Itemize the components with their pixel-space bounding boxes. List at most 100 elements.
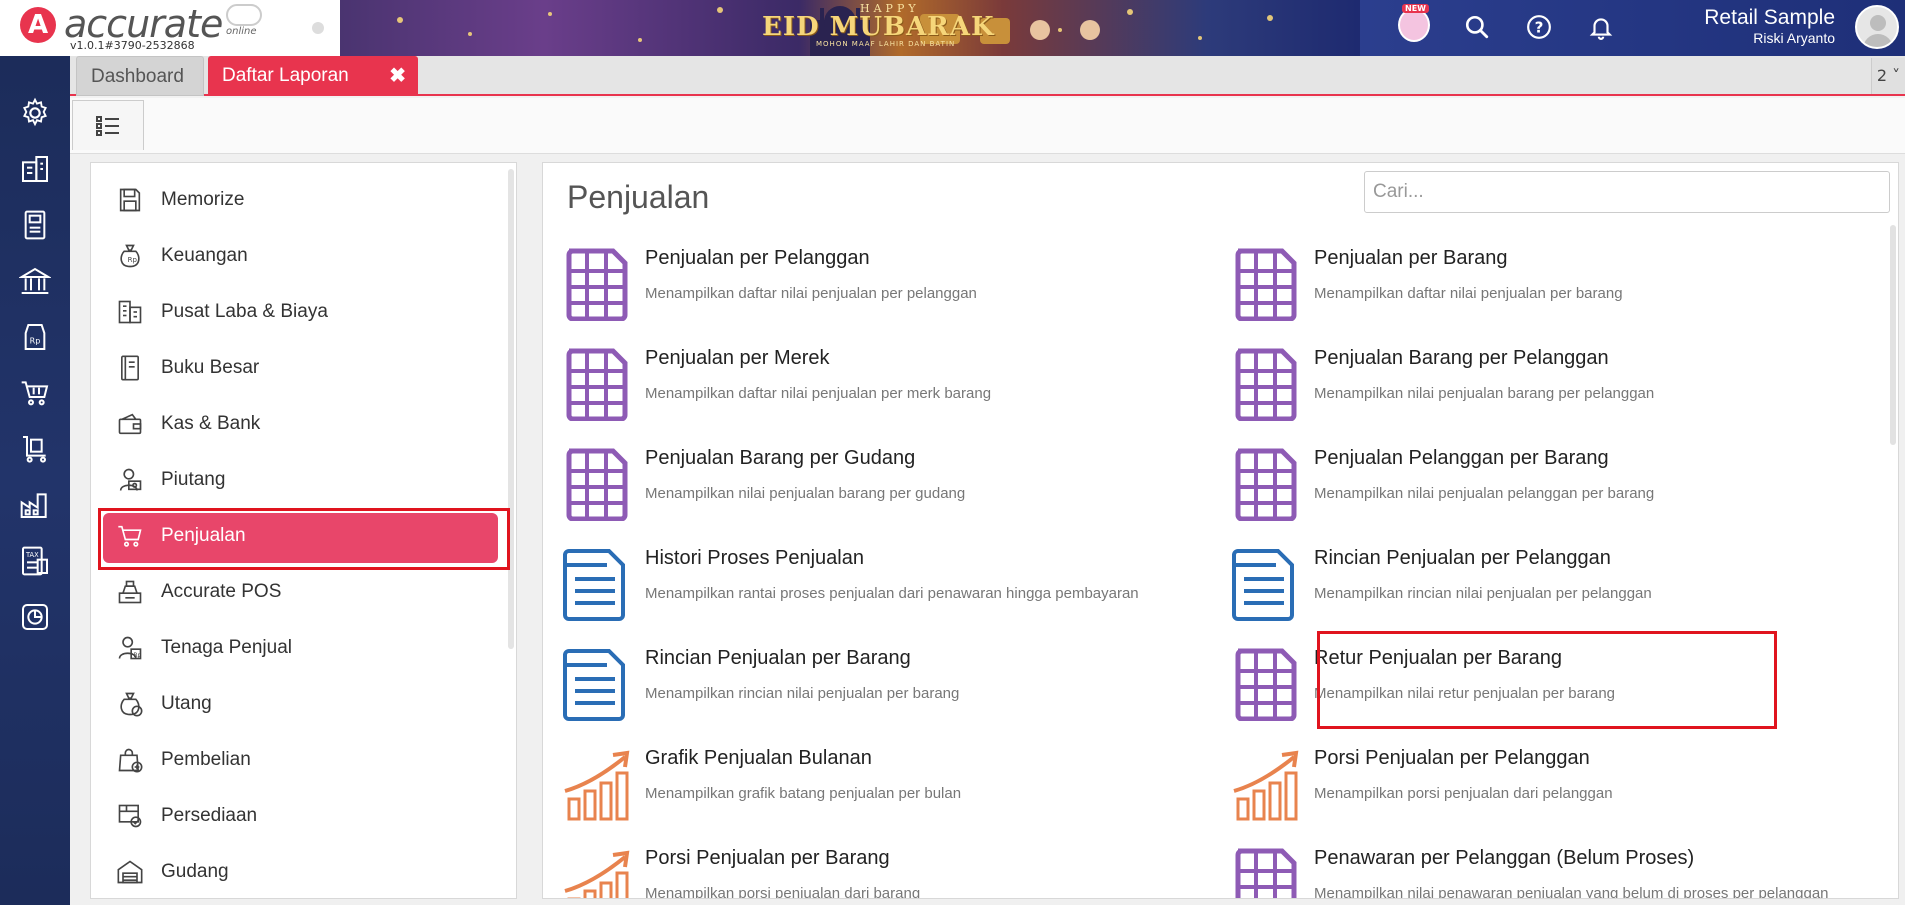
report-scrollbar[interactable]: [1890, 225, 1896, 445]
trolley-icon[interactable]: [16, 430, 54, 468]
factory-icon[interactable]: [16, 486, 54, 524]
salesperson-icon: Rp: [115, 633, 145, 663]
tab-daftar-laporan-label: Daftar Laporan: [222, 65, 349, 86]
report-item-rincian-penjualan-per-pelanggan[interactable]: Rincian Penjualan per Pelanggan Menampilk…: [1224, 541, 1864, 631]
menu-item-piutang[interactable]: Piutang: [91, 455, 516, 505]
menu-item-pusat-laba-biaya[interactable]: Pusat Laba & Biaya: [91, 287, 516, 337]
menu-item-buku-besar[interactable]: Buku Besar: [91, 343, 516, 393]
document-report-icon: [563, 647, 631, 721]
cash-register-icon: [115, 577, 145, 607]
report-title: Penjualan Barang per Pelanggan: [1314, 347, 1609, 369]
report-item-histori-proses-penjualan[interactable]: Histori Proses Penjualan Menampilkan rant…: [555, 541, 1195, 631]
report-item-penjualan-per-barang[interactable]: Penjualan per Barang Menampilkan daftar n…: [1224, 241, 1864, 331]
list-icon: [96, 115, 119, 136]
menu-item-memorize[interactable]: Memorize: [91, 175, 516, 225]
new-badge: NEW: [1402, 4, 1429, 13]
shopping-bag-icon: [115, 745, 145, 775]
tab-dashboard[interactable]: Dashboard: [76, 56, 204, 96]
help-icon[interactable]: ?: [1522, 10, 1556, 44]
list-view-button[interactable]: [72, 100, 144, 150]
menu-item-pembelian[interactable]: Pembelian: [91, 735, 516, 785]
report-item-penawaran-per-pelanggan-belum-proses[interactable]: Penawaran per Pelanggan (Belum Proses) Me…: [1224, 841, 1864, 899]
report-description: Menampilkan daftar nilai penjualan per p…: [645, 285, 977, 302]
menu-item-kas-bank[interactable]: Kas & Bank: [91, 399, 516, 449]
user-name[interactable]: Riski Aryanto: [1753, 30, 1835, 46]
inventory-icon: [115, 801, 145, 831]
report-item-penjualan-barang-per-gudang[interactable]: Penjualan Barang per Gudang Menampilkan n…: [555, 441, 1195, 531]
menu-item-accurate-pos[interactable]: Accurate POS: [91, 567, 516, 617]
accurate-logo-icon[interactable]: A: [20, 7, 56, 43]
document-report-icon: [563, 547, 631, 621]
bank-icon[interactable]: [16, 262, 54, 300]
svg-text:Rp: Rp: [134, 653, 142, 659]
report-description: Menampilkan nilai penjualan pelanggan pe…: [1314, 485, 1655, 502]
warehouse-icon: [115, 857, 145, 887]
report-item-penjualan-pelanggan-per-barang[interactable]: Penjualan Pelanggan per Barang Menampilka…: [1224, 441, 1864, 531]
ledger-book-icon[interactable]: [16, 206, 54, 244]
menu-item-label: Piutang: [161, 469, 226, 490]
menu-item-label: Memorize: [161, 189, 245, 210]
search-icon[interactable]: [1460, 10, 1494, 44]
report-title: Porsi Penjualan per Pelanggan: [1314, 747, 1590, 769]
logo-suffix: online: [226, 26, 257, 37]
report-item-penjualan-per-merek[interactable]: Penjualan per Merek Menampilkan daftar ni…: [555, 341, 1195, 431]
report-title: Penjualan per Pelanggan: [645, 247, 870, 269]
report-description: Menampilkan daftar nilai penjualan per b…: [1314, 285, 1623, 302]
gear-icon[interactable]: [16, 94, 54, 132]
building-icon: [115, 297, 145, 327]
search-input[interactable]: [1364, 171, 1890, 213]
menu-item-label: Keuangan: [161, 245, 248, 266]
menu-item-label: Accurate POS: [161, 581, 282, 602]
svg-text:Rp: Rp: [128, 256, 138, 264]
price-tag-icon[interactable]: Rp: [16, 318, 54, 356]
document-report-icon: [1232, 547, 1300, 621]
menu-item-gudang[interactable]: Gudang: [91, 847, 516, 897]
report-title: Porsi Penjualan per Barang: [645, 847, 890, 869]
report-description: Menampilkan nilai penjualan barang per g…: [645, 485, 966, 502]
svg-text:TAX: TAX: [25, 551, 39, 559]
report-item-grafik-penjualan-bulanan[interactable]: Grafik Penjualan Bulanan Menampilkan graf…: [555, 741, 1195, 831]
menu-item-label: Gudang: [161, 861, 229, 882]
report-item-porsi-penjualan-per-barang[interactable]: Porsi Penjualan per Barang Menampilkan po…: [555, 841, 1195, 899]
menu-item-tenaga-penjual[interactable]: Rp Tenaga Penjual: [91, 623, 516, 673]
company-name[interactable]: Retail Sample: [1704, 6, 1835, 30]
page-title: Penjualan: [567, 179, 710, 215]
report-description: Menampilkan porsi penjualan dari pelangg…: [1314, 785, 1613, 802]
svg-text:?: ?: [1535, 18, 1544, 36]
eid-banner: HAPPY EID MUBARAK MOHON MAAF LAHIR DAN B…: [340, 0, 1360, 56]
report-item-penjualan-barang-per-pelanggan[interactable]: Penjualan Barang per Pelanggan Menampilka…: [1224, 341, 1864, 431]
report-description: Menampilkan grafik batang penjualan per …: [645, 785, 962, 802]
report-description: Menampilkan rincian nilai penjualan per …: [1314, 585, 1652, 602]
new-feature-avatar-icon[interactable]: [1398, 8, 1430, 42]
menu-item-utang[interactable]: Utang: [91, 679, 516, 729]
save-icon: [115, 185, 145, 215]
ledger-book-icon: [115, 353, 145, 383]
report-list-panel: Penjualan Penjualan per Pelanggan Menampi…: [542, 162, 1899, 899]
tab-overflow-button[interactable]: 2 ˅: [1871, 58, 1905, 94]
report-description: Menampilkan porsi penjualan dari barang: [645, 885, 921, 899]
report-title: Rincian Penjualan per Pelanggan: [1314, 547, 1611, 569]
grid-report-icon: [1232, 847, 1300, 898]
report-description: Menampilkan daftar nilai penjualan per m…: [645, 385, 992, 402]
tax-icon[interactable]: TAX: [16, 542, 54, 580]
report-item-penjualan-per-pelanggan[interactable]: Penjualan per Pelanggan Menampilkan dafta…: [555, 241, 1195, 331]
cart-icon[interactable]: [16, 374, 54, 412]
tab-daftar-laporan[interactable]: Daftar Laporan ✖: [208, 56, 418, 96]
report-item-porsi-penjualan-per-pelanggan[interactable]: Porsi Penjualan per Pelanggan Menampilkan…: [1224, 741, 1864, 831]
building-icon[interactable]: [16, 150, 54, 188]
report-item-rincian-penjualan-per-barang[interactable]: Rincian Penjualan per Barang Menampilkan …: [555, 641, 1195, 731]
menu-item-label: Kas & Bank: [161, 413, 261, 434]
report-description: Menampilkan rincian nilai penjualan per …: [645, 685, 960, 702]
grid-report-icon: [1232, 347, 1300, 422]
menu-item-label: Utang: [161, 693, 212, 714]
cloud-icon: [226, 4, 262, 26]
bell-icon[interactable]: [1584, 10, 1618, 44]
report-description: Menampilkan nilai penawaran penjualan ya…: [1314, 885, 1829, 899]
menu-item-keuangan[interactable]: Rp Keuangan: [91, 231, 516, 281]
avatar[interactable]: [1855, 5, 1899, 49]
report-title: Penjualan per Barang: [1314, 247, 1508, 269]
pie-chart-icon[interactable]: [16, 598, 54, 636]
close-icon[interactable]: ✖: [389, 56, 406, 96]
menu-item-persediaan[interactable]: Persediaan: [91, 791, 516, 841]
svg-text:Rp: Rp: [30, 337, 41, 346]
